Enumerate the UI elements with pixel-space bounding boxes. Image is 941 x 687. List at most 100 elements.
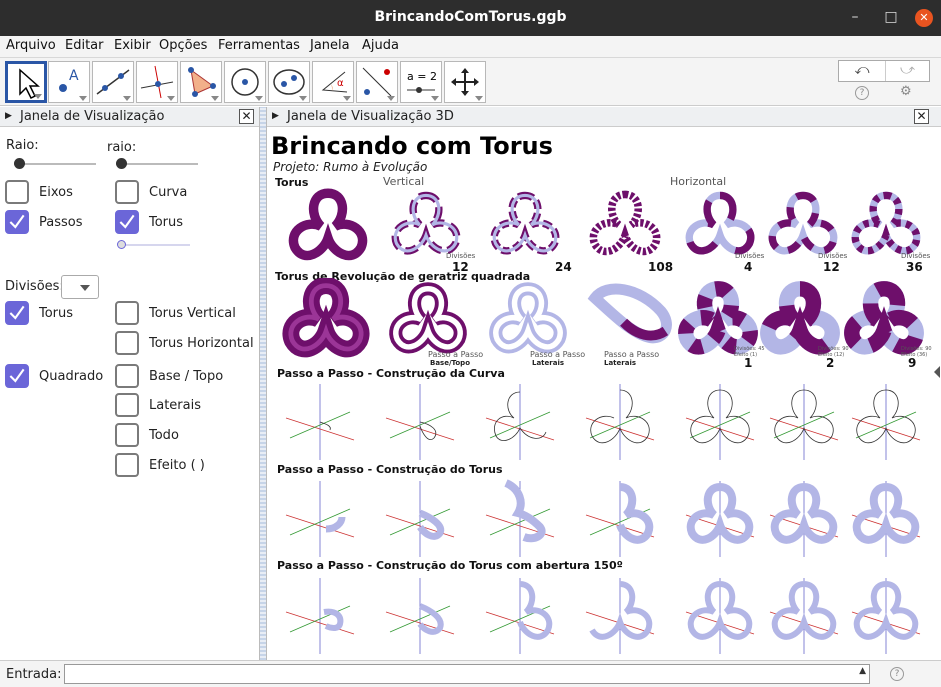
check-icon: [9, 305, 25, 320]
curva-label: Curva: [149, 185, 188, 200]
input-history-icon[interactable]: ▲: [859, 666, 866, 676]
passos-checkbox[interactable]: [5, 210, 29, 234]
check-icon: [9, 368, 25, 383]
input-field[interactable]: ▲: [64, 664, 870, 684]
base-topo-checkbox[interactable]: [115, 364, 139, 388]
divisoes-small-1: Divisões: [446, 252, 476, 260]
divisoes-small-4: Divisões: [901, 252, 931, 260]
quadrado-label: Quadrado: [39, 369, 104, 384]
menu-opcoes[interactable]: Opções: [159, 38, 207, 53]
todo-label: Todo: [149, 428, 179, 443]
left-panel-title: Janela de Visualização: [20, 109, 165, 124]
torus-slider-knob[interactable]: [117, 240, 126, 249]
row2-num-2: 2: [826, 356, 835, 370]
gear-icon[interactable]: ⚙: [900, 84, 912, 99]
left-panel-close-icon[interactable]: ✕: [239, 109, 254, 124]
row4-torus-images: [285, 479, 921, 557]
todo-checkbox[interactable]: [115, 423, 139, 447]
eixos-checkbox[interactable]: [5, 180, 29, 204]
maximize-button[interactable]: □: [876, 0, 906, 36]
raio-slider-track[interactable]: [14, 163, 96, 165]
laterais-checkbox[interactable]: [115, 393, 139, 417]
input-help-icon[interactable]: ?: [890, 667, 904, 681]
collapse-arrow-icon[interactable]: ▶: [272, 111, 279, 121]
point-tool-button[interactable]: A: [48, 61, 90, 103]
row2-num-3: 9: [908, 356, 917, 370]
minimize-button[interactable]: –: [840, 0, 870, 36]
undo-icon[interactable]: ⤺: [839, 61, 885, 81]
chevron-down-icon: [80, 285, 90, 291]
row1-num-6: 36: [906, 260, 923, 274]
passo-label-3: Passo a Passo: [604, 350, 660, 359]
menu-editar[interactable]: Editar: [65, 38, 104, 53]
row1-num-5: 12: [823, 260, 840, 274]
menu-ajuda[interactable]: Ajuda: [362, 38, 399, 53]
menu-arquivo[interactable]: Arquivo: [6, 38, 56, 53]
divisoes-small-3: Divisões: [818, 252, 848, 260]
menu-janela[interactable]: Janela: [310, 38, 350, 53]
svg-text:a = 2: a = 2: [407, 70, 437, 83]
move-view-tool-button[interactable]: [444, 61, 486, 103]
row1-num-2: 24: [555, 260, 572, 274]
check-icon: [9, 214, 25, 229]
graphics-3d-view[interactable]: Brincando com Torus Projeto: Rumo à Evol…: [268, 128, 936, 660]
expand-arrow-icon[interactable]: [934, 366, 940, 378]
torus-label: Torus: [149, 215, 184, 230]
undo-redo-group: ⤺ ⤻: [838, 60, 930, 82]
raio-slider-knob[interactable]: [14, 158, 25, 169]
graphics-view-panel: Raio: raio: Eixos Curva Passos Torus Div…: [0, 128, 259, 660]
divisoes-label: Divisões:: [5, 279, 64, 294]
window-title: BrincandoComTorus.ggb: [374, 9, 567, 25]
panel-splitter[interactable]: [259, 107, 267, 660]
raio2-slider-knob[interactable]: [116, 158, 127, 169]
menu-ferramentas[interactable]: Ferramentas: [218, 38, 300, 53]
right-panel-title: Janela de Visualização 3D: [287, 109, 454, 124]
divisoes-small-2: Divisões: [735, 252, 765, 260]
reflect-tool-button[interactable]: [356, 61, 398, 103]
efeito-label: Efeito ( ): [149, 458, 205, 473]
torus2-label: Torus: [39, 306, 74, 321]
row5-torus-images: [285, 578, 921, 654]
torus-vertical-checkbox[interactable]: [115, 301, 139, 325]
divisoes-dropdown[interactable]: [61, 275, 99, 299]
passos-label: Passos: [39, 215, 83, 230]
torus-checkbox[interactable]: [115, 210, 139, 234]
right-panel-header: ▶ Janela de Visualização 3D ✕: [267, 107, 941, 127]
circle-tool-button[interactable]: [224, 61, 266, 103]
laterais-caption-2: Laterais: [604, 359, 637, 367]
main-heading: Brincando com Torus: [271, 132, 553, 160]
row2-num-1: 1: [744, 356, 753, 370]
perpendicular-tool-button[interactable]: [136, 61, 178, 103]
eixos-label: Eixos: [39, 185, 73, 200]
pointer-icon: [19, 68, 40, 100]
row1-num-3: 108: [648, 260, 674, 274]
ellipse-tool-button[interactable]: [268, 61, 310, 103]
torus-vertical-label: Torus Vertical: [149, 306, 236, 321]
angle-tool-button[interactable]: α: [312, 61, 354, 103]
move-tool-button[interactable]: [5, 61, 47, 103]
efeito-checkbox[interactable]: [115, 453, 139, 477]
line-tool-button[interactable]: [92, 61, 134, 103]
svg-text:α: α: [337, 78, 344, 89]
slider-tool-button[interactable]: a = 2: [400, 61, 442, 103]
row1-num-4: 4: [744, 260, 753, 274]
check-icon: [119, 214, 135, 229]
torus-slider-track[interactable]: [120, 244, 190, 246]
passo-label-2: Passo a Passo: [530, 350, 586, 359]
right-panel-close-icon[interactable]: ✕: [914, 109, 929, 124]
entrada-label: Entrada:: [6, 667, 62, 682]
collapse-arrow-icon[interactable]: ▶: [5, 111, 12, 121]
close-button[interactable]: ✕: [907, 0, 941, 36]
torus2-checkbox[interactable]: [5, 301, 29, 325]
menu-exibir[interactable]: Exibir: [114, 38, 151, 53]
raio2-slider-track[interactable]: [116, 163, 198, 165]
row3-curve-images: [285, 384, 921, 460]
redo-icon[interactable]: ⤻: [885, 61, 929, 81]
help-icon[interactable]: ?: [855, 86, 869, 100]
torus-horizontal-checkbox[interactable]: [115, 331, 139, 355]
close-icon: ✕: [915, 9, 933, 27]
quadrado-checkbox[interactable]: [5, 364, 29, 388]
polygon-tool-button[interactable]: [180, 61, 222, 103]
raio-label: Raio:: [6, 138, 39, 153]
curva-checkbox[interactable]: [115, 180, 139, 204]
